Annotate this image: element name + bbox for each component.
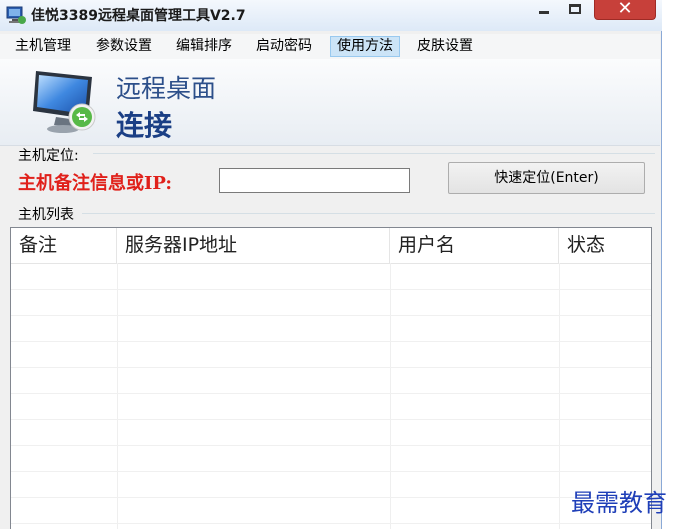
title-bar[interactable]: 佳悦3389远程桌面管理工具V2.7 ✕ (0, 0, 662, 31)
menu-skin-settings[interactable]: 皮肤设置 (411, 36, 479, 57)
column-header-note[interactable]: 备注 (11, 228, 117, 263)
remote-desktop-monitor-icon (33, 71, 96, 133)
table-header: 备注 服务器IP地址 用户名 状态 (11, 228, 651, 264)
column-divider (559, 263, 560, 529)
section-divider (93, 153, 655, 154)
empty-row-line (11, 341, 651, 342)
empty-row-line (11, 393, 651, 394)
minimize-button[interactable] (528, 0, 560, 20)
empty-row-line (11, 497, 651, 498)
close-button[interactable]: ✕ (594, 0, 656, 20)
empty-row-line (11, 471, 651, 472)
watermark: 最需教育 (571, 489, 667, 517)
column-header-status[interactable]: 状态 (559, 228, 651, 263)
menu-host-management[interactable]: 主机管理 (9, 36, 77, 57)
menu-startup-password[interactable]: 启动密码 (250, 36, 318, 57)
empty-row-line (11, 445, 651, 446)
maximize-button[interactable] (560, 0, 590, 20)
app-window: 佳悦3389远程桌面管理工具V2.7 ✕ 主机管理 参数设置 编辑排序 启动密码… (0, 0, 662, 529)
close-icon: ✕ (617, 0, 633, 19)
menu-usage-help[interactable]: 使用方法 (330, 36, 400, 57)
host-list-section-label: 主机列表 (18, 207, 74, 223)
banner: 远程桌面 连接 (0, 59, 660, 146)
menu-edit-sort[interactable]: 编辑排序 (170, 36, 238, 57)
app-icon (6, 6, 26, 24)
empty-row-line (11, 367, 651, 368)
menu-bar: 主机管理 参数设置 编辑排序 启动密码 使用方法 皮肤设置 (0, 34, 660, 59)
column-header-server-ip[interactable]: 服务器IP地址 (117, 228, 390, 263)
banner-subtitle: 连接 (116, 109, 173, 142)
search-field-label: 主机备注信息或IP: (18, 173, 172, 194)
empty-row-line (11, 315, 651, 316)
empty-row-line (11, 523, 651, 524)
column-divider (117, 263, 118, 529)
column-header-username[interactable]: 用户名 (390, 228, 559, 263)
empty-row-line (11, 419, 651, 420)
empty-row-line (11, 289, 651, 290)
host-locate-section-label: 主机定位: (18, 148, 79, 164)
window-title: 佳悦3389远程桌面管理工具V2.7 (31, 8, 246, 24)
quick-locate-button[interactable]: 快速定位(Enter) (448, 162, 645, 194)
section-divider (82, 213, 655, 214)
banner-title: 远程桌面 (116, 74, 217, 103)
search-input[interactable] (219, 168, 410, 193)
column-divider (390, 263, 391, 529)
menu-parameter-settings[interactable]: 参数设置 (90, 36, 158, 57)
host-list-table[interactable]: 备注 服务器IP地址 用户名 状态 (10, 227, 652, 529)
